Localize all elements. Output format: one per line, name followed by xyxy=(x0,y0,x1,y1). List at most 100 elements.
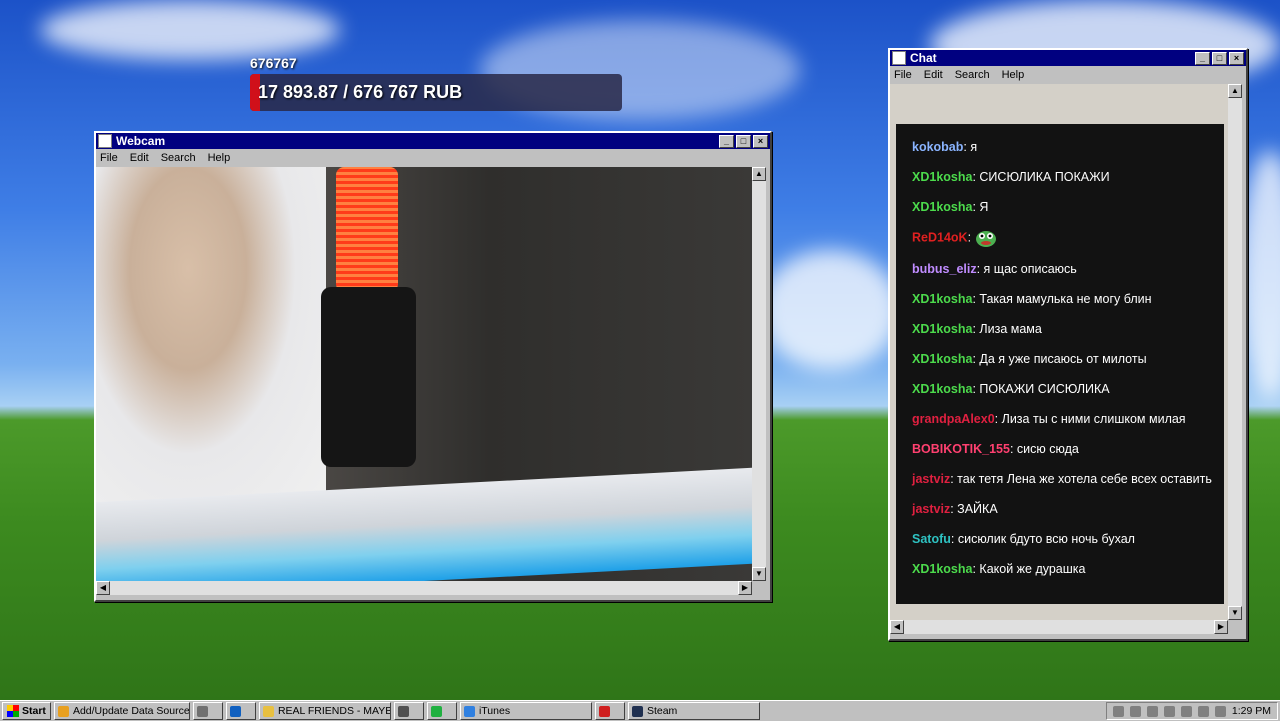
chat-username[interactable]: XD1kosha xyxy=(912,382,972,396)
tray-icon[interactable] xyxy=(1129,705,1141,717)
menu-search[interactable]: Search xyxy=(955,69,990,81)
chat-username[interactable]: XD1kosha xyxy=(912,170,972,184)
chat-text: сисю сюда xyxy=(1016,442,1079,456)
menu-help[interactable]: Help xyxy=(208,152,231,164)
taskbar-button-label: REAL FRIENDS - MAYB... xyxy=(277,705,391,717)
chat-message: XD1kosha: Какой же дурашка xyxy=(912,560,1212,578)
chat-username[interactable]: bubus_eliz xyxy=(912,262,977,276)
scroll-left-icon[interactable]: ◀ xyxy=(890,620,904,634)
spotify-icon xyxy=(430,705,442,717)
donation-goal-title: 676767 xyxy=(250,55,297,71)
chat-menubar: File Edit Search Help xyxy=(890,66,1246,84)
menu-file[interactable]: File xyxy=(100,152,118,164)
chat-separator: : xyxy=(976,262,984,276)
tray-icon[interactable] xyxy=(1163,705,1175,717)
chat-username[interactable]: jastviz xyxy=(912,502,950,516)
cloud xyxy=(40,0,340,60)
menu-help[interactable]: Help xyxy=(1002,69,1025,81)
scroll-right-icon[interactable]: ▶ xyxy=(1214,620,1228,634)
clock[interactable]: 1:29 PM xyxy=(1232,705,1271,717)
chat-username[interactable]: XD1kosha xyxy=(912,322,972,336)
taskbar-button[interactable]: iTunes xyxy=(459,702,592,720)
taskbar: Start Add/Update Data Source... REAL FRIE… xyxy=(0,700,1280,721)
taskbar-button[interactable]: REAL FRIENDS - MAYB... xyxy=(258,702,391,720)
taskbar-button[interactable] xyxy=(426,702,457,720)
chat-separator: : xyxy=(950,532,958,546)
taskbar-button[interactable] xyxy=(225,702,256,720)
chat-window[interactable]: Chat _ □ × File Edit Search Help kokobab… xyxy=(888,48,1248,641)
steam-icon xyxy=(631,705,643,717)
tray-icon[interactable] xyxy=(1180,705,1192,717)
scroll-left-icon[interactable]: ◀ xyxy=(96,581,110,595)
window-icon xyxy=(892,51,906,65)
cloud xyxy=(760,250,900,370)
vertical-scrollbar[interactable]: ▲ ▼ xyxy=(1228,84,1242,620)
chat-text: Какой же дурашка xyxy=(979,562,1086,576)
tray-icon[interactable] xyxy=(1112,705,1124,717)
chat-username[interactable]: grandpaAlex0 xyxy=(912,412,995,426)
webcam-titlebar[interactable]: Webcam _ □ × xyxy=(96,133,770,149)
chat-text: сисюлик бдуто всю ночь бухал xyxy=(957,532,1135,546)
outlook-icon xyxy=(229,705,241,717)
chat-username[interactable]: BOBIKOTIK_155 xyxy=(912,442,1010,456)
minimize-button[interactable]: _ xyxy=(1195,51,1210,65)
microphone-body xyxy=(321,287,416,467)
chat-text: Такая мамулька не могу блин xyxy=(979,292,1152,306)
menu-edit[interactable]: Edit xyxy=(924,69,943,81)
chat-message: XD1kosha: Я xyxy=(912,198,1212,216)
scroll-down-icon[interactable]: ▼ xyxy=(1228,606,1242,620)
scroll-right-icon[interactable]: ▶ xyxy=(738,581,752,595)
tray-icon[interactable] xyxy=(1146,705,1158,717)
menu-file[interactable]: File xyxy=(894,69,912,81)
chat-username[interactable]: XD1kosha xyxy=(912,292,972,306)
start-label: Start xyxy=(22,705,46,717)
chat-message-list[interactable]: kokobab: я XD1kosha: СИСЮЛИКА ПОКАЖИ XD1ko… xyxy=(896,124,1224,604)
windows-logo-icon xyxy=(7,705,19,717)
chat-username[interactable]: XD1kosha xyxy=(912,562,972,576)
chat-titlebar[interactable]: Chat _ □ × xyxy=(890,50,1246,66)
streamer xyxy=(96,167,326,507)
chat-content: kokobab: я XD1kosha: СИСЮЛИКА ПОКАЖИ XD1ko… xyxy=(890,84,1228,620)
start-button[interactable]: Start xyxy=(2,702,51,720)
chat-message: grandpaAlex0: Лиза ты с ними слишком мил… xyxy=(912,410,1212,428)
chat-separator: : xyxy=(1009,442,1017,456)
app-icon xyxy=(598,705,610,717)
webcam-window[interactable]: Webcam _ □ × File Edit Search Help ▲ ▼ ◀… xyxy=(94,131,772,602)
chat-message: BOBIKOTIK_155: сисю сюда xyxy=(912,440,1212,458)
taskbar-button[interactable] xyxy=(192,702,223,720)
chat-username[interactable]: jastviz xyxy=(912,472,950,486)
tray-icon[interactable] xyxy=(1197,705,1209,717)
menu-edit[interactable]: Edit xyxy=(130,152,149,164)
chat-username[interactable]: XD1kosha xyxy=(912,200,972,214)
scroll-down-icon[interactable]: ▼ xyxy=(752,567,766,581)
taskbar-button[interactable]: Add/Update Data Source... xyxy=(53,702,190,720)
scroll-up-icon[interactable]: ▲ xyxy=(1228,84,1242,98)
chat-message: XD1kosha: Лиза мама xyxy=(912,320,1212,338)
chat-username[interactable]: XD1kosha xyxy=(912,352,972,366)
close-button[interactable]: × xyxy=(1229,51,1244,65)
horizontal-scrollbar[interactable]: ◀ ▶ xyxy=(890,620,1228,634)
chat-username[interactable]: Satofu xyxy=(912,532,951,546)
microphone-light xyxy=(336,167,398,292)
volume-icon[interactable] xyxy=(1214,705,1226,717)
taskbar-button[interactable] xyxy=(594,702,625,720)
chat-message: XD1kosha: Такая мамулька не могу блин xyxy=(912,290,1212,308)
taskbar-tasks: Add/Update Data Source... REAL FRIENDS - … xyxy=(51,702,760,720)
maximize-button[interactable]: □ xyxy=(736,134,751,148)
close-button[interactable]: × xyxy=(753,134,768,148)
taskbar-button[interactable]: Steam xyxy=(627,702,760,720)
chat-username[interactable]: ReD14oK xyxy=(912,230,968,244)
scroll-up-icon[interactable]: ▲ xyxy=(752,167,766,181)
system-tray: 1:29 PM xyxy=(1105,702,1278,720)
taskbar-button[interactable] xyxy=(393,702,424,720)
vertical-scrollbar[interactable]: ▲ ▼ xyxy=(752,167,766,581)
menu-search[interactable]: Search xyxy=(161,152,196,164)
chat-username[interactable]: kokobab xyxy=(912,140,963,154)
chat-message: XD1kosha: ПОКАЖИ СИСЮЛИКА xyxy=(912,380,1212,398)
maximize-button[interactable]: □ xyxy=(1212,51,1227,65)
chat-text: Лиза ты с ними слишком милая xyxy=(1001,412,1186,426)
minimize-button[interactable]: _ xyxy=(719,134,734,148)
horizontal-scrollbar[interactable]: ◀ ▶ xyxy=(96,581,752,595)
webcam-menubar: File Edit Search Help xyxy=(96,149,770,167)
itunes-icon xyxy=(463,705,475,717)
